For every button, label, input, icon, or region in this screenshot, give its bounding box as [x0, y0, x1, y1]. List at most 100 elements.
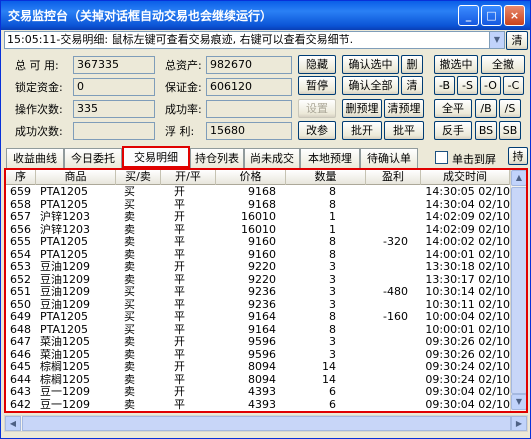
- hscroll-thumb[interactable]: [22, 416, 511, 431]
- cell-product: 豆一1209: [40, 398, 90, 411]
- locked-funds-value: 0: [73, 78, 155, 96]
- success-count-value: [73, 122, 155, 140]
- cell-open-close: 开: [174, 186, 185, 198]
- cell-quantity: 6: [329, 398, 336, 411]
- cancel-all-button[interactable]: 全撤: [481, 55, 525, 74]
- vertical-scrollbar[interactable]: ▲ ▼: [510, 170, 526, 411]
- table-row[interactable]: 650 豆油1209 买 平 9236 3 10:30:11 02/10: [6, 299, 510, 312]
- sb-button[interactable]: SB: [499, 121, 521, 140]
- clear-button[interactable]: 清: [401, 76, 423, 95]
- modify-params-button[interactable]: 改参: [298, 121, 336, 140]
- confirm-selected-button[interactable]: 确认选中: [342, 55, 399, 74]
- table-row[interactable]: 645 棕榈1205 卖 开 8094 14 09:30:24 02/10: [6, 361, 510, 374]
- cell-time: 10:30:14 02/10: [425, 286, 510, 298]
- clear-message-button[interactable]: 清: [506, 31, 528, 50]
- success-rate-value: [206, 100, 292, 118]
- cell-seq: 651: [10, 286, 31, 298]
- single-screen-checkbox[interactable]: [435, 151, 448, 164]
- scroll-right-icon[interactable]: ▶: [511, 416, 527, 431]
- tab-pending-confirm[interactable]: 待确认单: [360, 148, 418, 168]
- cell-price: 9164: [248, 323, 276, 336]
- minimize-button[interactable]: _: [458, 5, 479, 26]
- cell-seq: 649: [10, 311, 31, 323]
- slash-s-button[interactable]: /S: [499, 99, 521, 118]
- scroll-down-icon[interactable]: ▼: [511, 394, 526, 410]
- scroll-up-icon[interactable]: ▲: [511, 170, 526, 186]
- tab-trade-details[interactable]: 交易明细: [122, 146, 190, 168]
- tab-local-preset[interactable]: 本地预埋: [300, 148, 360, 168]
- pause-button[interactable]: 暂停: [298, 76, 336, 95]
- minus-c-button[interactable]: -C: [503, 76, 524, 95]
- table-row[interactable]: 657 沪锌1203 卖 开 16010 1 14:02:09 02/10: [6, 211, 510, 224]
- minus-s-button[interactable]: -S: [457, 76, 478, 95]
- cell-side: 卖: [124, 398, 135, 411]
- header-price[interactable]: 价格: [216, 170, 286, 185]
- table-row[interactable]: 651 豆油1209 买 平 9236 3 -480 10:30:14 02/10: [6, 286, 510, 299]
- cell-open-close: 平: [174, 198, 185, 211]
- header-seq[interactable]: 序: [6, 170, 36, 185]
- cell-time: 14:30:04 02/10: [425, 198, 510, 211]
- table-row[interactable]: 646 菜油1205 卖 平 9596 3 09:30:26 02/10: [6, 349, 510, 362]
- cell-seq: 653: [10, 261, 31, 273]
- delete-preset-button[interactable]: 删预埋: [342, 99, 382, 118]
- slash-b-button[interactable]: /B: [475, 99, 497, 118]
- batch-close-button[interactable]: 批平: [384, 121, 424, 140]
- chevron-down-icon[interactable]: ▼: [489, 32, 504, 48]
- table-row[interactable]: 659 PTA1205 买 开 9168 8 14:30:05 02/10: [6, 186, 510, 199]
- header-profit[interactable]: 盈利: [366, 170, 421, 185]
- minus-b-button[interactable]: -B: [434, 76, 455, 95]
- close-button[interactable]: ×: [504, 5, 525, 26]
- cell-profit: -320: [383, 236, 408, 248]
- confirm-all-button[interactable]: 确认全部: [342, 76, 399, 95]
- minus-o-button[interactable]: -O: [480, 76, 501, 95]
- header-side[interactable]: 买/卖: [116, 170, 161, 185]
- header-open-close[interactable]: 开/平: [161, 170, 216, 185]
- table-row[interactable]: 642 豆一1209 卖 平 4393 6 09:30:04 02/10: [6, 399, 510, 412]
- reverse-button[interactable]: 反手: [434, 121, 472, 140]
- table-row[interactable]: 648 PTA1205 买 平 9164 8 10:00:01 02/10: [6, 324, 510, 337]
- table-row[interactable]: 658 PTA1205 买 平 9168 8 14:30:04 02/10: [6, 199, 510, 212]
- table-row[interactable]: 656 沪锌1203 卖 平 16010 1 14:02:09 02/10: [6, 224, 510, 237]
- table-row[interactable]: 652 豆油1209 卖 平 9220 3 13:30:17 02/10: [6, 274, 510, 287]
- table-row[interactable]: 654 PTA1205 卖 平 9160 8 14:00:01 02/10: [6, 249, 510, 262]
- table-row[interactable]: 643 豆一1209 卖 开 4393 6 09:30:04 02/10: [6, 386, 510, 399]
- cell-price: 4393: [248, 398, 276, 411]
- status-message-combo[interactable]: 15:05:11-交易明细: 鼠标左键可查看交易痕迹, 右键可以查看交易细节.: [4, 31, 505, 49]
- bs-button[interactable]: BS: [475, 121, 497, 140]
- settings-button[interactable]: 设置: [298, 99, 336, 118]
- cell-price: 8094: [248, 373, 276, 386]
- table-row[interactable]: 649 PTA1205 买 平 9164 8 -160 10:00:04 02/10: [6, 311, 510, 324]
- cell-quantity: 8: [329, 311, 336, 323]
- hide-button[interactable]: 隐藏: [298, 55, 336, 74]
- cell-side: 买: [124, 323, 135, 336]
- clear-preset-button[interactable]: 清预埋: [384, 99, 424, 118]
- table-row[interactable]: 644 棕榈1205 卖 平 8094 14 09:30:24 02/10: [6, 374, 510, 387]
- close-all-button[interactable]: 全平: [434, 99, 472, 118]
- tab-profit-curve[interactable]: 收益曲线: [6, 148, 64, 168]
- window-title: 交易监控台（关掉对话框自动交易也会继续运行）: [8, 9, 273, 23]
- cell-side: 卖: [124, 361, 135, 373]
- horizontal-scrollbar[interactable]: ◀ ▶: [4, 415, 528, 432]
- tab-today-orders[interactable]: 今日委托: [64, 148, 122, 168]
- cancel-selected-button[interactable]: 撤选中: [434, 55, 478, 74]
- header-product[interactable]: 商品: [36, 170, 116, 185]
- table-row[interactable]: 655 PTA1205 卖 平 9160 8 -320 14:00:02 02/10: [6, 236, 510, 249]
- scroll-thumb[interactable]: [511, 187, 526, 394]
- cell-side: 卖: [124, 348, 135, 361]
- tab-positions[interactable]: 持仓列表: [190, 148, 244, 168]
- cell-seq: 647: [10, 336, 31, 348]
- maximize-button[interactable]: □: [481, 5, 502, 26]
- title-bar[interactable]: 交易监控台（关掉对话框自动交易也会继续运行） _ □ ×: [1, 1, 530, 30]
- more-tab-button[interactable]: 持: [508, 147, 528, 165]
- delete-button[interactable]: 删: [401, 55, 423, 74]
- header-quantity[interactable]: 数量: [286, 170, 366, 185]
- cell-time: 14:00:02 02/10: [425, 236, 510, 248]
- table-row[interactable]: 653 豆油1209 卖 开 9220 3 13:30:18 02/10: [6, 261, 510, 274]
- header-time[interactable]: 成交时间: [421, 170, 510, 185]
- op-count-label: 操作次数:: [15, 103, 63, 116]
- cell-quantity: 6: [329, 386, 336, 398]
- batch-open-button[interactable]: 批开: [342, 121, 382, 140]
- table-row[interactable]: 647 菜油1205 卖 开 9596 3 09:30:26 02/10: [6, 336, 510, 349]
- scroll-left-icon[interactable]: ◀: [5, 416, 21, 431]
- tab-unfilled[interactable]: 尚未成交: [244, 148, 300, 168]
